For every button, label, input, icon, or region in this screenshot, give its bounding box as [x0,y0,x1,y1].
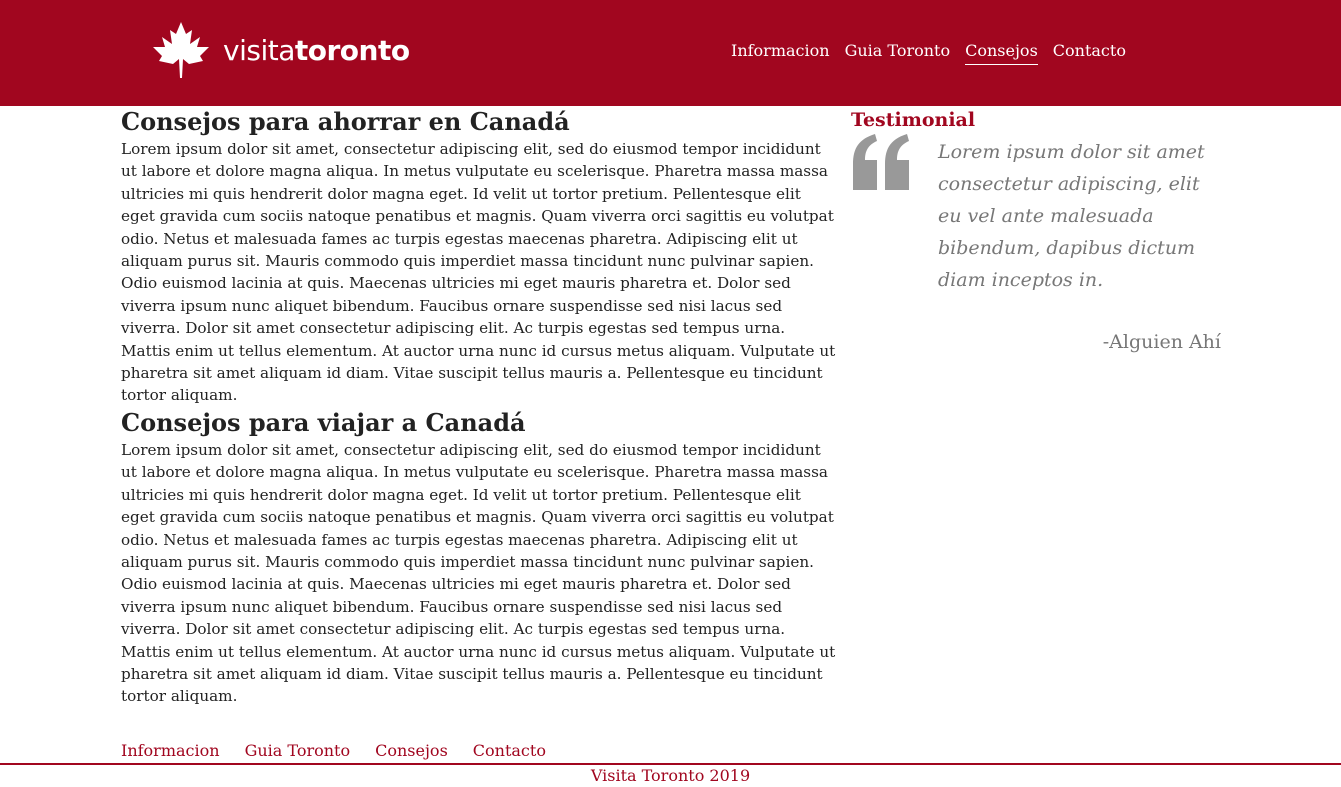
maple-leaf-icon [153,22,209,78]
site-logo[interactable]: visitatoronto [150,20,410,82]
section-body: Lorem ipsum dolor sit amet, consectetur … [121,440,836,706]
main-nav: Informacion Guia Toronto Consejos Contac… [731,40,1141,65]
site-header: visitatoronto Informacion Guia Toronto C… [0,0,1341,106]
testimonial-quote: Lorem ipsum dolor sit amet consectetur a… [938,141,1205,291]
logo-text: visitatoronto [223,34,410,67]
testimonial-author: -Alguien Ahí [1102,331,1221,353]
section-body: Lorem ipsum dolor sit amet, consectetur … [121,140,836,405]
footer-link-guia-toronto[interactable]: Guia Toronto [245,740,351,762]
main-content: Consejos para ahorrar en Canadá Lorem ip… [121,106,839,708]
section-title: Consejos para viajar a Canadá [121,407,526,437]
footer-link-contacto[interactable]: Contacto [473,740,546,762]
nav-link-informacion[interactable]: Informacion [731,40,830,65]
section-title: Consejos para ahorrar en Canadá [121,107,570,136]
section-viajar: Consejos para viajar a Canadá Lorem ipsu… [121,407,839,708]
logo-text-bold: toronto [294,34,410,67]
nav-link-contacto[interactable]: Contacto [1053,40,1126,65]
nav-link-guia-toronto[interactable]: Guia Toronto [845,40,951,65]
section-ahorrar: Consejos para ahorrar en Canadá Lorem ip… [121,106,839,407]
testimonial-sidebar: Testimonial Lorem ipsum dolor sit amet c… [851,106,1231,353]
quote-icon [853,134,909,190]
nav-link-consejos[interactable]: Consejos [965,40,1038,65]
testimonial-title: Testimonial [851,109,976,131]
logo-text-light: visita [223,34,295,67]
footer-nav: Informacion Guia Toronto Consejos Contac… [121,740,571,762]
footer-link-informacion[interactable]: Informacion [121,740,220,762]
footer-link-consejos[interactable]: Consejos [375,740,448,762]
footer-copyright: Visita Toronto 2019 [590,766,751,785]
